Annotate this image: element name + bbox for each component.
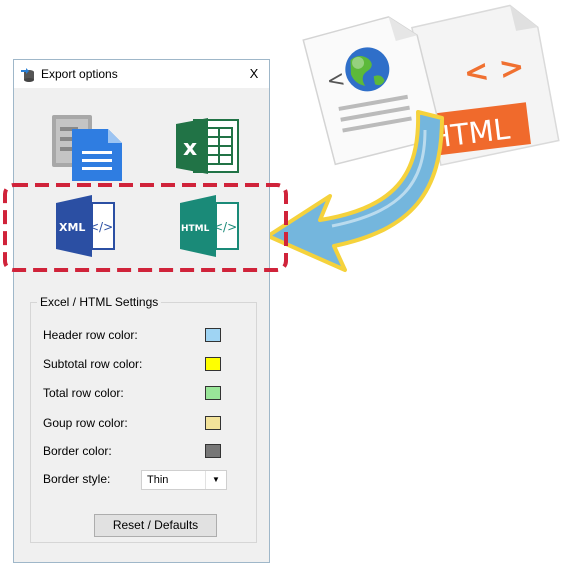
chevron-down-icon[interactable]: ▼: [205, 471, 226, 489]
subtotal-row-color-label: Subtotal row color:: [43, 357, 143, 371]
svg-text:x: x: [183, 136, 197, 161]
html-export-icon[interactable]: HTML </>: [178, 193, 242, 259]
dialog-title: Export options: [41, 67, 118, 81]
export-options-dialog: Export options X x XML </> HTML </> Exce…: [13, 59, 270, 563]
group-row-color-swatch[interactable]: [205, 416, 221, 430]
xml-icon-label: XML: [59, 221, 85, 234]
subtotal-row-color-swatch[interactable]: [205, 357, 221, 371]
total-row-color-swatch[interactable]: [205, 386, 221, 400]
border-color-label: Border color:: [43, 444, 112, 458]
close-button[interactable]: X: [239, 60, 269, 88]
excel-export-icon[interactable]: x: [174, 114, 240, 178]
settings-group-title: Excel / HTML Settings: [37, 295, 162, 309]
total-row-color-label: Total row color:: [43, 386, 124, 400]
database-export-icon: [21, 68, 34, 82]
word-export-icon[interactable]: [50, 111, 124, 183]
reset-defaults-button[interactable]: Reset / Defaults: [94, 514, 217, 537]
border-color-swatch[interactable]: [205, 444, 221, 458]
titlebar: Export options X: [14, 60, 269, 88]
header-row-color-swatch[interactable]: [205, 328, 221, 342]
html-file-code: < >: [462, 49, 527, 91]
header-row-color-label: Header row color:: [43, 328, 138, 342]
border-style-select[interactable]: Thin ▼: [141, 470, 227, 490]
group-row-color-label: Goup row color:: [43, 416, 128, 430]
border-style-value: Thin: [147, 474, 169, 486]
border-style-label: Border style:: [43, 472, 111, 486]
html-icon-code: </>: [213, 220, 237, 234]
html-icon-label: HTML: [181, 224, 210, 234]
xml-export-icon[interactable]: XML </>: [54, 193, 118, 259]
excel-html-settings-group: Excel / HTML Settings Header row color: …: [30, 295, 257, 543]
xml-icon-code: </>: [89, 220, 113, 234]
